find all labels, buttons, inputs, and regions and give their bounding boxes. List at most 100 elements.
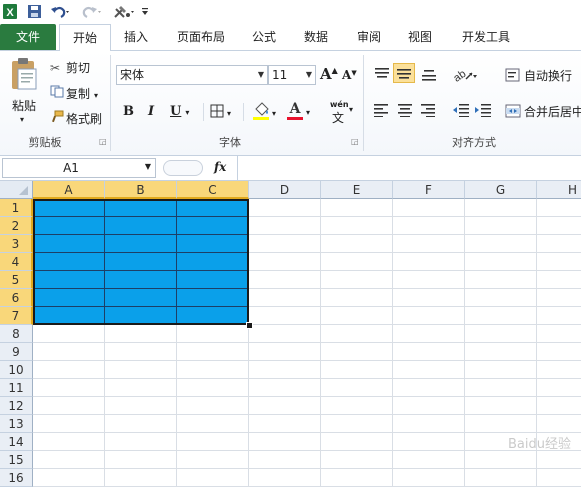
cell-f11[interactable] bbox=[393, 379, 465, 397]
cell-b14[interactable] bbox=[105, 433, 177, 451]
cell-c12[interactable] bbox=[177, 397, 249, 415]
cell-f8[interactable] bbox=[393, 325, 465, 343]
cell-e13[interactable] bbox=[321, 415, 393, 433]
cell-c5[interactable] bbox=[177, 271, 249, 289]
cut-button[interactable]: ✂ 剪切 bbox=[50, 59, 90, 76]
cell-c11[interactable] bbox=[177, 379, 249, 397]
cell-c6[interactable] bbox=[177, 289, 249, 307]
cell-f1[interactable] bbox=[393, 199, 465, 217]
cell-h9[interactable] bbox=[537, 343, 581, 361]
cell-d15[interactable] bbox=[249, 451, 321, 469]
cell-e14[interactable] bbox=[321, 433, 393, 451]
cell-f16[interactable] bbox=[393, 469, 465, 487]
column-header-c[interactable]: C bbox=[177, 181, 249, 199]
merge-center-button[interactable]: 合并后居中 bbox=[505, 103, 581, 121]
cell-g3[interactable] bbox=[465, 235, 537, 253]
row-header-13[interactable]: 13 bbox=[0, 415, 33, 433]
cell-d14[interactable] bbox=[249, 433, 321, 451]
column-header-e[interactable]: E bbox=[321, 181, 393, 199]
cell-c16[interactable] bbox=[177, 469, 249, 487]
cell-f7[interactable] bbox=[393, 307, 465, 325]
cell-h12[interactable] bbox=[537, 397, 581, 415]
cell-b12[interactable] bbox=[105, 397, 177, 415]
insert-function-icon[interactable]: fx bbox=[214, 160, 226, 174]
cell-h16[interactable] bbox=[537, 469, 581, 487]
fill-color-button[interactable]: ▾ bbox=[252, 101, 276, 124]
undo-icon[interactable] bbox=[50, 3, 72, 20]
cell-h8[interactable] bbox=[537, 325, 581, 343]
cell-h3[interactable] bbox=[537, 235, 581, 253]
cell-f6[interactable] bbox=[393, 289, 465, 307]
cell-e9[interactable] bbox=[321, 343, 393, 361]
cell-e4[interactable] bbox=[321, 253, 393, 271]
cell-g12[interactable] bbox=[465, 397, 537, 415]
borders-button[interactable]: ▾ bbox=[210, 104, 231, 121]
font-name-select[interactable]: 宋体 ▼ bbox=[116, 65, 268, 85]
column-header-h[interactable]: H bbox=[537, 181, 581, 199]
cell-a7[interactable] bbox=[33, 307, 105, 325]
cell-g8[interactable] bbox=[465, 325, 537, 343]
cell-d6[interactable] bbox=[249, 289, 321, 307]
cell-b11[interactable] bbox=[105, 379, 177, 397]
row-header-3[interactable]: 3 bbox=[0, 235, 33, 253]
cell-g13[interactable] bbox=[465, 415, 537, 433]
cell-d11[interactable] bbox=[249, 379, 321, 397]
cell-d10[interactable] bbox=[249, 361, 321, 379]
cell-d4[interactable] bbox=[249, 253, 321, 271]
cell-g2[interactable] bbox=[465, 217, 537, 235]
formula-bar-grip-icon[interactable] bbox=[163, 160, 203, 176]
cell-d16[interactable] bbox=[249, 469, 321, 487]
cell-d3[interactable] bbox=[249, 235, 321, 253]
cell-a15[interactable] bbox=[33, 451, 105, 469]
redo-icon[interactable] bbox=[80, 3, 102, 20]
cell-g6[interactable] bbox=[465, 289, 537, 307]
cell-e3[interactable] bbox=[321, 235, 393, 253]
select-all-corner[interactable] bbox=[0, 181, 33, 199]
tab-page-layout[interactable]: 页面布局 bbox=[165, 24, 237, 50]
tab-review[interactable]: 审阅 bbox=[345, 24, 393, 50]
paste-dropdown-icon[interactable]: ▾ bbox=[20, 115, 24, 124]
cell-e2[interactable] bbox=[321, 217, 393, 235]
wrap-text-button[interactable]: 自动换行 bbox=[505, 67, 572, 85]
format-painter-button[interactable]: 格式刷 bbox=[50, 110, 102, 127]
font-color-button[interactable]: A ▾ bbox=[286, 101, 310, 121]
row-header-6[interactable]: 6 bbox=[0, 289, 33, 307]
fill-handle[interactable] bbox=[246, 322, 253, 329]
cell-a11[interactable] bbox=[33, 379, 105, 397]
tab-home[interactable]: 开始 bbox=[59, 24, 111, 52]
cell-g11[interactable] bbox=[465, 379, 537, 397]
cell-h13[interactable] bbox=[537, 415, 581, 433]
cell-f15[interactable] bbox=[393, 451, 465, 469]
formula-input[interactable] bbox=[237, 156, 581, 180]
cell-d5[interactable] bbox=[249, 271, 321, 289]
tab-insert[interactable]: 插入 bbox=[112, 24, 160, 50]
cell-e10[interactable] bbox=[321, 361, 393, 379]
cell-f14[interactable] bbox=[393, 433, 465, 451]
row-header-10[interactable]: 10 bbox=[0, 361, 33, 379]
cell-c2[interactable] bbox=[177, 217, 249, 235]
font-launcher-icon[interactable]: ◲ bbox=[351, 137, 359, 146]
cell-c13[interactable] bbox=[177, 415, 249, 433]
column-header-a[interactable]: A bbox=[33, 181, 105, 199]
cell-f2[interactable] bbox=[393, 217, 465, 235]
customize-qat-icon[interactable] bbox=[140, 3, 150, 20]
align-right-icon[interactable] bbox=[419, 103, 437, 120]
cell-e1[interactable] bbox=[321, 199, 393, 217]
row-header-11[interactable]: 11 bbox=[0, 379, 33, 397]
tab-developer[interactable]: 开发工具 bbox=[450, 24, 522, 50]
row-header-8[interactable]: 8 bbox=[0, 325, 33, 343]
column-header-d[interactable]: D bbox=[249, 181, 321, 199]
cell-b10[interactable] bbox=[105, 361, 177, 379]
cell-d7[interactable] bbox=[249, 307, 321, 325]
decrease-indent-icon[interactable] bbox=[452, 103, 470, 120]
cell-h6[interactable] bbox=[537, 289, 581, 307]
cell-d12[interactable] bbox=[249, 397, 321, 415]
align-center-icon[interactable] bbox=[396, 103, 414, 120]
row-header-15[interactable]: 15 bbox=[0, 451, 33, 469]
cell-g5[interactable] bbox=[465, 271, 537, 289]
cell-g9[interactable] bbox=[465, 343, 537, 361]
phonetic-button[interactable]: wén 文 ▾ bbox=[328, 100, 358, 125]
cell-b1[interactable] bbox=[105, 199, 177, 217]
column-header-b[interactable]: B bbox=[105, 181, 177, 199]
row-header-14[interactable]: 14 bbox=[0, 433, 33, 451]
